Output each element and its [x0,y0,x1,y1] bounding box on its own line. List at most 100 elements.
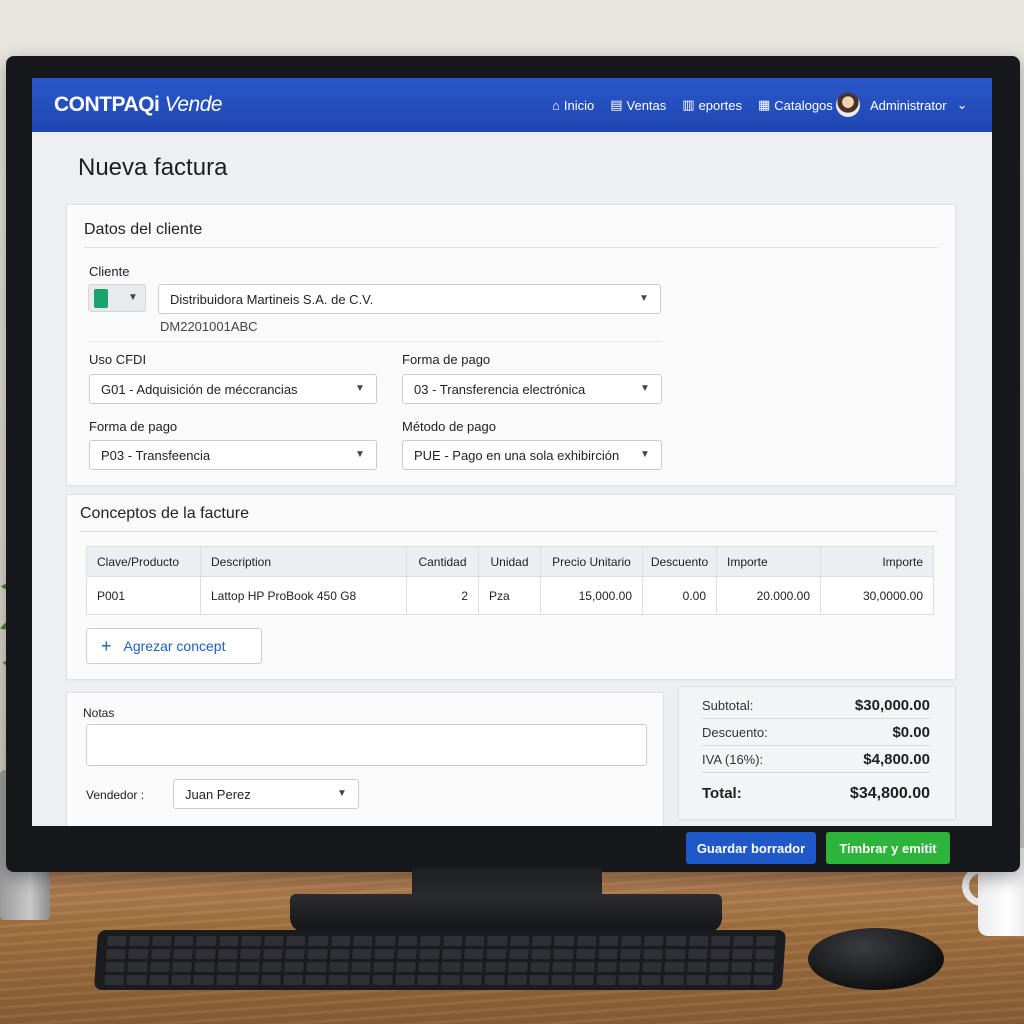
conceptos-table: Clave/Producto Description Cantidad Unid… [86,546,934,615]
add-concept-button[interactable]: + Agrezar concept [86,628,262,664]
forma-pago-select[interactable]: 03 - Transferencia electrónica ▼ [402,374,662,404]
cell-unidad[interactable]: Pza [478,576,541,615]
total-label: Total: [702,785,742,802]
divider [80,531,938,532]
column-header: Unidad [478,546,541,577]
keyboard-key [308,936,329,946]
keyboard-key [509,936,530,946]
notas-textarea[interactable] [86,724,647,766]
keyboard-key [687,949,708,959]
nav-item-inicio[interactable]: ⌂ Inicio [552,97,594,113]
keyboard-key [263,936,284,946]
keyboard-key [688,936,709,946]
keyboard-key [620,949,641,959]
save-draft-button[interactable]: Guardar borrador [686,832,816,864]
keyboard-key [148,975,170,985]
cell-importe: 20.000.00 [716,576,821,615]
keyboard-key [575,949,596,959]
keyboard-key [395,975,416,985]
keyboard-key [664,962,685,972]
keyboard-key [330,936,351,946]
keyboard-key [442,936,463,946]
uso-cfdi-value: G01 - Adquisición de méccrancias [101,382,298,397]
keyboard-key [260,975,281,985]
keyboard-key [597,962,618,972]
cliente-rfc: DM2201001ABC [160,319,258,334]
keyboard-key [216,962,238,972]
keyboard-key [129,936,150,946]
keyboard-key [284,962,305,972]
nav-item-catalogos[interactable]: ▦ Catalogos [758,97,833,113]
metodo-pago-select[interactable]: PUE - Pago en una sola exhibirción ▼ [402,440,662,470]
keyboard-key [485,962,506,972]
uso-cfdi-select[interactable]: G01 - Adquisición de méccrancias ▼ [89,374,377,404]
keyboard-key [419,949,440,959]
keyboard-key [105,962,126,972]
conceptos-card-title: Conceptos de la facture [80,505,249,522]
keyboard-key [641,975,662,985]
divider [88,341,662,342]
brand-name: CONTPAQi [54,93,160,116]
keyboard-key [373,962,394,972]
keyboard-key [462,975,483,985]
keyboard-key [193,975,214,985]
stamp-and-emit-button[interactable]: Timbrar y emitit [826,832,950,864]
keyboard-key [285,936,306,946]
keyboard-key [439,975,460,985]
cliente-select[interactable]: Distribuidora Martineis S.A. de C.V. ▼ [158,284,661,314]
chevron-down-icon: ▼ [355,449,365,460]
metodo-pago-label: Método de pago [402,419,496,434]
avatar [836,93,860,117]
keyboard-key [486,949,507,959]
client-card-title: Datos del cliente [84,221,203,238]
keyboard-key [484,975,505,985]
keyboard-key [240,949,261,959]
cell-cantidad[interactable]: 2 [406,576,479,615]
cell-precio-unitario[interactable]: 15,000.00 [540,576,643,615]
keyboard-key [420,936,441,946]
subtotal-label: Subtotal: [702,698,754,713]
table-header-row: Clave/Producto Description Cantidad Unid… [86,546,934,577]
cliente-label: Cliente [89,264,130,279]
iva-value: $4,800.00 [863,751,930,768]
keyboard-key [195,949,216,959]
keyboard-key [126,975,147,985]
home-icon: ⌂ [552,97,560,113]
keyboard-key [643,936,664,946]
cell-descripcion[interactable]: Lattop HP ProBook 450 G8 [200,576,407,615]
cell-descuento[interactable]: 0.00 [642,576,717,615]
chevron-down-icon: ▼ [128,292,138,303]
forma-pago-label-2: Forma de pago [89,419,178,434]
forma-pago-select-2[interactable]: P03 - Transfeencia ▼ [89,440,377,470]
keyboard-key [261,962,282,972]
metodo-pago-value: PUE - Pago en una sola exhibirción [414,448,620,463]
brand-logo[interactable]: CONTPAQi Vende [54,93,223,117]
top-navbar: CONTPAQi Vende ⌂ Inicio ▤ Ventas ▥ eport… [32,78,992,132]
table-row[interactable]: P001 Lattop HP ProBook 450 G8 2 Pza 15,0… [86,576,934,615]
keyboard-key [551,975,572,985]
keyboard-key [283,975,304,985]
keyboard-key [327,975,348,985]
cell-clave[interactable]: P001 [86,576,201,615]
nav-item-reportes[interactable]: ▥ eportes [682,97,742,113]
keyboard-key [753,962,774,972]
keyboard-key [554,936,575,946]
client-status-icon [94,289,108,308]
plus-icon: + [101,635,112,656]
keyboard-key [173,949,194,959]
keyboard-key [440,962,461,972]
keyboard-key [127,962,148,972]
keyboard-key [306,962,327,972]
divider [84,247,938,248]
nav-label: Catalogos [774,97,833,113]
keyboard-key [598,949,619,959]
client-type-select[interactable]: ▼ [88,284,146,312]
user-menu[interactable]: Administrator ⌄ [836,93,967,117]
vendedor-label: Vendedor : [86,788,145,802]
nav-item-ventas[interactable]: ▤ Ventas [610,97,666,113]
vendedor-select[interactable]: Juan Perez ▼ [173,779,359,809]
keyboard-key [218,936,239,946]
keyboard-key [241,936,262,946]
chevron-down-icon: ▼ [640,449,650,460]
keyboard-key [642,949,663,959]
